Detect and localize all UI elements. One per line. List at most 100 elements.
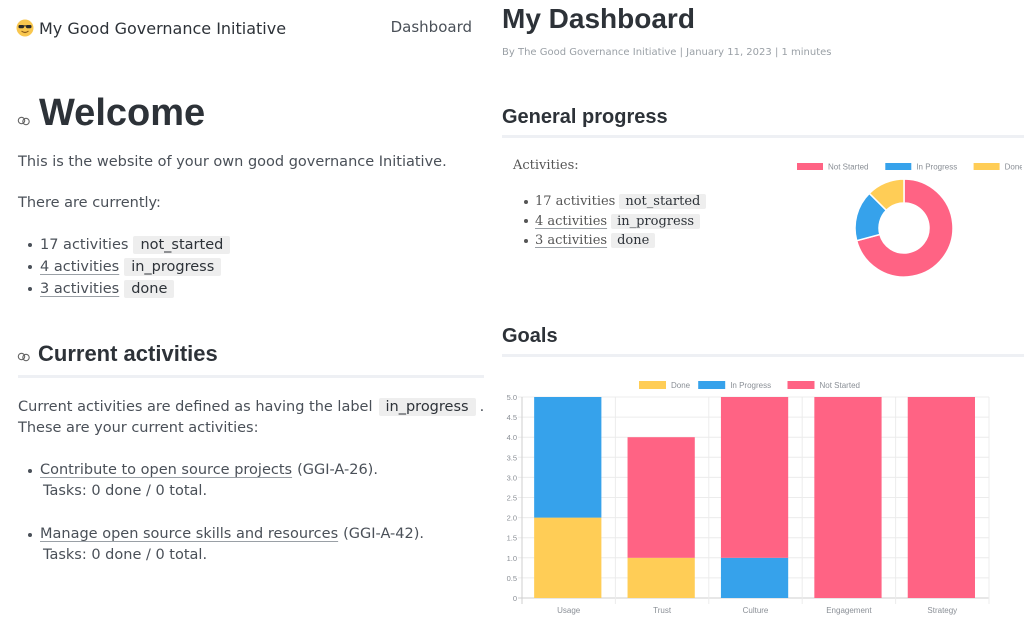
intro-text: This is the website of your own good gov… — [18, 154, 447, 170]
count-done-link[interactable]: 3 activities — [535, 233, 607, 248]
currently-text: There are currently: — [18, 195, 161, 211]
count-not-started: 17 activities — [40, 237, 129, 253]
label-badge: done — [611, 233, 656, 249]
legend-label: Not Started — [828, 163, 868, 172]
bar-trust-not-started — [627, 437, 695, 558]
current-desc-line2: These are your current activities: — [18, 420, 259, 436]
desc-period: . — [479, 399, 485, 415]
activity-link[interactable]: Contribute to open source projects — [40, 460, 292, 481]
divider — [18, 375, 484, 378]
y-tick-label: 4.5 — [507, 413, 517, 422]
legend-swatch — [973, 163, 1000, 170]
count-in-progress-link[interactable]: 4 activities — [40, 259, 119, 275]
bullet — [524, 219, 528, 224]
y-tick-label: 4.0 — [507, 433, 517, 442]
label-badge: done — [124, 280, 175, 298]
activities-label: Activities: — [513, 158, 579, 173]
bar-culture-in-progress — [720, 557, 789, 598]
y-tick-label: 2.0 — [507, 514, 517, 523]
bullet — [28, 265, 32, 269]
x-tick-label: Engagement — [826, 606, 872, 615]
count-done-link[interactable]: 3 activities — [40, 281, 119, 297]
legend-swatch — [639, 381, 666, 389]
activity-item: Contribute to open source projects (GGI-… — [28, 460, 424, 502]
list-item: 17 activities not_started — [28, 234, 231, 256]
dashboard-title: My Dashboard — [502, 3, 695, 34]
current-activities-heading: Current activities — [17, 341, 483, 367]
activity-id: (GGI-A-42). — [343, 526, 424, 542]
legend-swatch — [698, 381, 726, 389]
label-badge: in_progress — [124, 258, 222, 276]
goals-title: Goals — [502, 325, 558, 347]
activity-tasks: Tasks: 0 done / 0 total. — [43, 547, 208, 563]
current-activities-list: Contribute to open source projects (GGI-… — [28, 460, 424, 588]
bar-usage-in-progress — [534, 397, 602, 518]
bullet — [524, 199, 528, 204]
activity-item: Manage open source skills and resources … — [28, 524, 424, 566]
legend-label: Done — [671, 381, 691, 390]
list-item: 3 activities done — [524, 231, 706, 251]
bullet — [28, 243, 32, 247]
sunglasses-emoji-icon — [16, 19, 34, 37]
list-item: 3 activities done — [28, 278, 230, 300]
count-in-progress-link[interactable]: 4 activities — [535, 214, 607, 229]
goals-stacked-bar-chart: Done In Progress Not Started 0 0.5 1.0 1.5 2.0 2… — [507, 381, 990, 615]
bullet — [28, 468, 32, 473]
link-icon[interactable] — [17, 116, 31, 126]
y-tick-label: 1.5 — [507, 534, 517, 543]
label-badge: in_progress — [378, 398, 476, 416]
legend-swatch — [885, 163, 912, 170]
current-activities-title: Current activities — [38, 341, 218, 366]
bar-culture-not-started — [720, 397, 789, 558]
activity-id: (GGI-A-26). — [297, 462, 378, 478]
bar-strategy-not-started — [907, 397, 975, 598]
general-progress-title: General progress — [502, 106, 668, 128]
x-tick-label: Culture — [743, 606, 769, 615]
site-title[interactable]: My Good Governance Initiative — [39, 19, 286, 38]
legend-label: Done — [1005, 163, 1022, 172]
divider — [502, 135, 1024, 138]
progress-doughnut-chart: Not Started In Progress Done — [797, 163, 1022, 278]
activity-counts-list: 17 activities not_started 4 activities i… — [28, 234, 231, 300]
legend-swatch — [797, 163, 823, 170]
bar-usage-done — [534, 517, 602, 598]
list-item: 4 activities in_progress — [524, 212, 706, 232]
y-tick-label: 5.0 — [507, 393, 517, 402]
bullet — [28, 287, 32, 291]
y-tick-label: 3.0 — [507, 473, 517, 482]
current-desc: Current activities are defined as having… — [18, 398, 484, 416]
post-meta: By The Good Governance Initiative | Janu… — [502, 47, 832, 58]
bullet — [524, 238, 528, 243]
welcome-heading: Welcome — [17, 92, 205, 135]
legend-label: In Progress — [730, 381, 771, 390]
bar-trust-done — [627, 557, 695, 598]
activity-link[interactable]: Manage open source skills and resources — [40, 524, 338, 545]
link-icon[interactable] — [17, 352, 31, 362]
divider — [502, 354, 1024, 357]
desc-text: Current activities are defined as having… — [18, 399, 373, 415]
y-tick-label: 3.5 — [507, 453, 517, 462]
bar-engagement-not-started — [814, 397, 882, 598]
list-item: 4 activities in_progress — [28, 256, 230, 278]
list-item: 17 activities not_started — [524, 192, 707, 212]
legend-swatch — [787, 381, 815, 389]
label-badge: in_progress — [611, 213, 701, 229]
dashboard-page: My Dashboard By The Good Governance Init… — [492, 0, 1024, 620]
x-tick-label: Trust — [653, 606, 672, 615]
count-not-started: 17 activities — [535, 194, 616, 210]
x-tick-label: Usage — [557, 606, 581, 615]
y-tick-label: 2.5 — [507, 494, 517, 503]
bullet — [28, 532, 32, 537]
legend-label: In Progress — [916, 163, 957, 172]
y-tick-label: 1.0 — [507, 554, 517, 563]
site-header: My Good Governance Initiative Dashboard — [16, 16, 476, 40]
label-badge: not_started — [619, 194, 707, 210]
site-page: My Good Governance Initiative Dashboard … — [0, 0, 492, 620]
y-tick-label: 0.5 — [507, 574, 517, 583]
legend-label: Not Started — [820, 381, 860, 390]
label-badge: not_started — [133, 236, 231, 254]
progress-counts-list: 17 activities not_started 4 activities i… — [524, 192, 707, 251]
nav-dashboard-link[interactable]: Dashboard — [391, 18, 472, 36]
y-tick-label: 0 — [513, 594, 517, 603]
activity-tasks: Tasks: 0 done / 0 total. — [43, 483, 208, 499]
